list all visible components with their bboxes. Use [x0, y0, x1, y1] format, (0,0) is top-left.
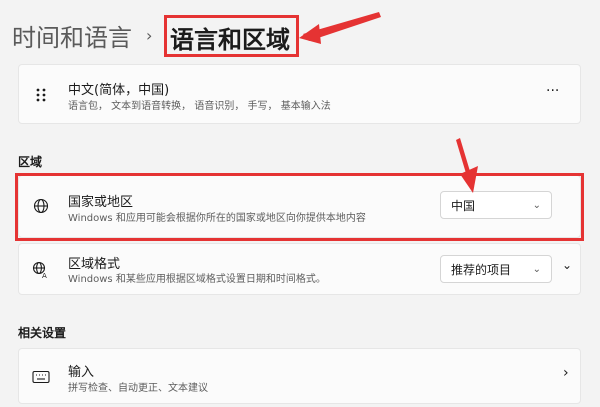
- region-format-subtitle: Windows 和某些应用根据区域格式设置日期和时间格式。: [68, 274, 326, 285]
- region-format-icon: A: [29, 258, 53, 282]
- annotation-highlight-rect: [15, 173, 584, 241]
- expand-chevron-icon[interactable]: ⌄: [562, 258, 572, 272]
- language-title: 中文(简体，中国): [68, 83, 170, 98]
- chevron-right-icon[interactable]: ›: [563, 365, 569, 381]
- region-section-heading: 区域: [18, 155, 43, 169]
- typing-subtitle: 拼写检查、自动更正、文本建议: [68, 383, 208, 394]
- keyboard-icon: [29, 365, 53, 389]
- typing-card[interactable]: 输入 拼写检查、自动更正、文本建议 ›: [18, 348, 581, 404]
- language-item-card[interactable]: 中文(简体，中国) 语言包， 文本到语音转换， 语音识别， 手写， 基本输入法 …: [18, 64, 581, 124]
- annotation-highlight-box: [164, 15, 299, 57]
- svg-text:A: A: [42, 272, 47, 279]
- breadcrumb-parent[interactable]: 时间和语言: [12, 18, 132, 53]
- region-format-value: 推荐的项目: [451, 262, 512, 277]
- typing-title: 输入: [68, 365, 95, 380]
- chevron-down-icon: ⌄: [532, 263, 541, 275]
- related-settings-heading: 相关设置: [18, 326, 67, 340]
- region-format-card[interactable]: A 区域格式 Windows 和某些应用根据区域格式设置日期和时间格式。 推荐的…: [18, 243, 581, 295]
- more-options-button[interactable]: ···: [546, 83, 559, 99]
- annotation-arrow-top: [299, 12, 381, 44]
- language-subtitle: 语言包， 文本到语音转换， 语音识别， 手写， 基本输入法: [68, 101, 331, 112]
- grip-dots-icon[interactable]: [29, 83, 53, 107]
- annotation-arrow-down: [456, 138, 478, 193]
- breadcrumb-chevron-icon: ›: [146, 26, 153, 45]
- region-format-dropdown[interactable]: 推荐的项目 ⌄: [440, 255, 552, 283]
